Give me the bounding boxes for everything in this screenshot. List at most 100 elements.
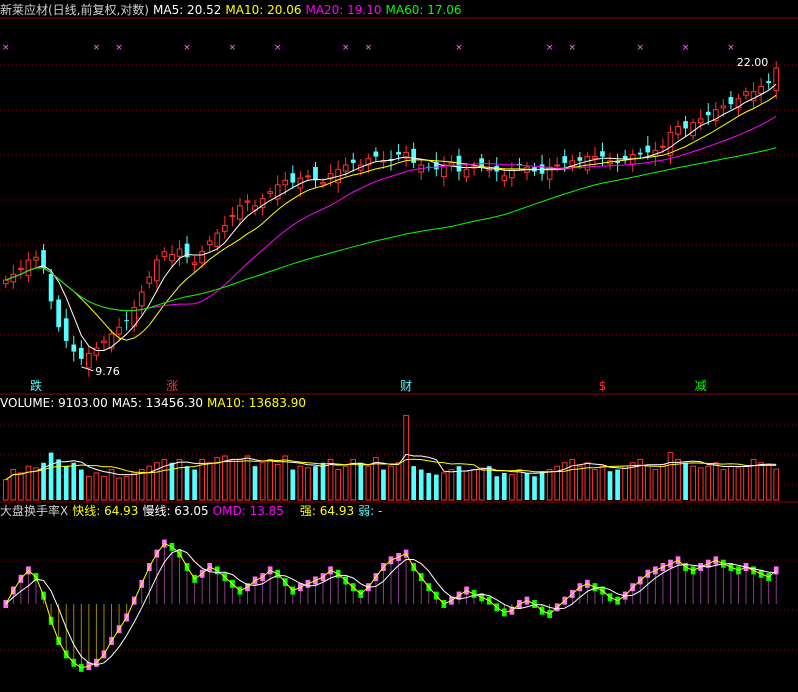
candle-body-38 [290, 173, 296, 183]
candle-body-89 [675, 126, 681, 135]
volume-bar-12 [93, 472, 100, 501]
volume-bar-43 [327, 458, 334, 501]
volume-bar-78 [592, 469, 598, 501]
volume-bar-69 [524, 472, 530, 500]
volume-ma5: MA5: 13456.30 [111, 396, 204, 410]
stock-chart[interactable]: × × × × × × × × × × × × × ×22.009.76跌涨财 $ 减 [0, 0, 798, 692]
volume-bar-31 [237, 458, 243, 501]
signal-marker-15: × [115, 43, 123, 53]
candle-body-74 [562, 156, 568, 163]
event-marker-1: 涨 [166, 378, 178, 393]
candle-body-77 [584, 156, 591, 171]
candle-body-4 [33, 256, 39, 261]
candle-body-63 [479, 158, 484, 168]
candle-body-93 [705, 111, 711, 116]
volume-bar-17 [131, 472, 138, 501]
candle-body-42 [320, 182, 326, 185]
signal-marker-12: × [93, 43, 101, 53]
candle-body-101 [766, 81, 772, 84]
candle-body-2 [18, 267, 24, 270]
candle-body-22 [169, 253, 175, 262]
volume-bar-7 [56, 459, 61, 500]
candle-body-13 [101, 340, 107, 344]
volume-bar-0 [2, 479, 9, 501]
candle-body-102 [773, 67, 780, 91]
volume-bar-15 [116, 477, 122, 501]
volume-bar-59 [448, 469, 455, 501]
volume-bar-57 [433, 474, 439, 500]
volume-bar-27 [206, 462, 213, 501]
volume-bar-47 [358, 462, 364, 500]
volume-bar-35 [267, 458, 273, 501]
ma10-line [5, 94, 777, 341]
volume-bar-80 [607, 471, 613, 500]
candle-body-37 [282, 179, 289, 186]
volume-bar-50 [381, 469, 386, 500]
volume-bar-70 [532, 476, 537, 500]
volume-bar-9 [71, 462, 77, 500]
signal-marker-84: × [636, 43, 644, 53]
ma10-value: MA10: 20.06 [225, 3, 302, 17]
candle-body-27 [206, 240, 213, 246]
volume-bar-14 [108, 469, 115, 501]
candle-body-52 [396, 151, 401, 155]
volume-bar-86 [652, 469, 659, 501]
fast-line-value: 快线: 64.93 [72, 504, 139, 518]
candle-body-82 [622, 155, 628, 159]
volume-bar-54 [411, 466, 417, 500]
volume-bar-92 [697, 467, 704, 501]
price-header: 新莱应材(日线,前复权,对数) MA5: 20.52 MA10: 20.06 MA20… [0, 3, 466, 17]
volume-bar-85 [644, 465, 651, 501]
volume-bar-61 [463, 470, 470, 501]
volume-bar-56 [426, 472, 432, 500]
volume-bar-71 [539, 471, 545, 500]
candle-body-59 [448, 162, 455, 166]
candle-body-15 [116, 326, 122, 335]
candle-body-28 [214, 232, 221, 247]
ma5-value: MA5: 20.52 [153, 3, 222, 17]
signal-marker-45: × [342, 43, 350, 53]
volume-bar-67 [509, 474, 515, 501]
candle-body-66 [501, 175, 508, 182]
candle-body-46 [350, 159, 356, 163]
volume-bar-38 [290, 469, 296, 500]
candle-body-45 [342, 164, 349, 172]
volume-bar-42 [320, 462, 326, 500]
volume-bar-2 [18, 472, 24, 501]
volume-ma10: MA10: 13683.90 [207, 396, 306, 410]
candle-body-26 [199, 251, 206, 264]
candle-body-100 [758, 86, 764, 95]
volume-bar-36 [274, 463, 281, 501]
volume-bar-66 [501, 472, 507, 500]
volume-bar-53 [403, 414, 409, 501]
candle-body-20 [154, 259, 160, 282]
signal-marker-72: × [546, 43, 554, 53]
volume-bar-94 [712, 462, 719, 501]
volume-bar-58 [441, 472, 447, 501]
volume-bar-41 [313, 466, 318, 500]
volume-bar-91 [690, 465, 696, 501]
ma60-line [5, 147, 777, 312]
candle-body-7 [56, 299, 61, 328]
volume-bar-3 [25, 465, 32, 501]
candle-body-87 [660, 145, 666, 148]
candle-body-73 [554, 164, 561, 167]
candle-body-16 [124, 320, 129, 322]
event-marker-2: 财 [400, 379, 412, 393]
volume-bar-6 [48, 452, 54, 500]
volume-bar-48 [365, 465, 372, 501]
candle-body-85 [645, 145, 651, 153]
stock-title: 新莱应材(日线,前复权,对数) [0, 3, 149, 17]
candle-body-18 [138, 291, 145, 307]
candle-body-11 [86, 352, 92, 369]
volume-bar-4 [33, 467, 39, 501]
candle-body-76 [577, 157, 583, 161]
low-price-label: 9.76 [95, 365, 120, 378]
volume-bar-32 [244, 455, 251, 501]
candle-body-32 [244, 200, 251, 203]
volume-value: VOLUME: 9103.00 [0, 396, 108, 410]
volume-bar-25 [192, 469, 197, 500]
volume-bar-95 [720, 469, 727, 501]
signal-marker-0: × [2, 43, 10, 53]
candle-body-49 [373, 151, 379, 157]
